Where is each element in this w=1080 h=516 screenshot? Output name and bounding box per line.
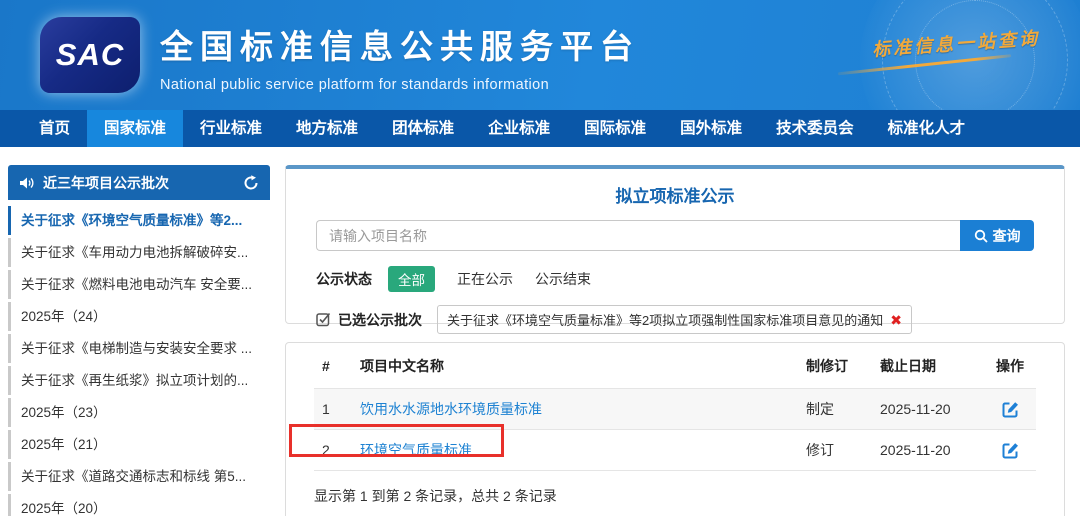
- nav-item-enterprise-standards[interactable]: 企业标准: [471, 110, 567, 147]
- nav-item-industry-standards[interactable]: 行业标准: [183, 110, 279, 147]
- sac-logo: SAC: [40, 17, 140, 93]
- sidebar-items: 关于征求《环境空气质量标准》等2... 关于征求《车用动力电池拆解破碎安... …: [8, 200, 270, 516]
- search-button-label: 查询: [993, 226, 1021, 246]
- results-panel: # 项目中文名称 制修订 截止日期 操作 1 饮用水水源地水环境质量标准 制定 …: [285, 342, 1065, 516]
- status-option-ended[interactable]: 公示结束: [535, 269, 591, 289]
- sidebar-item[interactable]: 关于征求《燃料电池电动汽车 安全要...: [8, 270, 270, 299]
- table-header-row: # 项目中文名称 制修订 截止日期 操作: [314, 343, 1036, 389]
- sac-logo-text: SAC: [56, 37, 124, 73]
- edit-icon[interactable]: [1001, 400, 1020, 419]
- status-filter-row: 公示状态 全部 正在公示 公示结束: [316, 266, 1034, 292]
- nav-item-technical-committees[interactable]: 技术委员会: [759, 110, 871, 147]
- sidebar-item[interactable]: 2025年（24）: [8, 302, 270, 331]
- project-name-link[interactable]: 饮用水水源地水环境质量标准: [360, 401, 542, 417]
- column-header-type: 制修订: [798, 343, 872, 389]
- selected-batch-label: 已选公示批次: [338, 310, 422, 330]
- row-type: 制定: [798, 389, 872, 430]
- sidebar-item[interactable]: 关于征求《再生纸浆》拟立项计划的...: [8, 366, 270, 395]
- search-icon: [974, 229, 988, 243]
- row-type: 修订: [798, 430, 872, 471]
- selected-batch-row: 已选公示批次 关于征求《环境空气质量标准》等2项拟立项强制性国家标准项目意见的通…: [316, 305, 1034, 334]
- table-row: 2 环境空气质量标准 修订 2025-11-20: [314, 430, 1036, 471]
- search-button[interactable]: 查询: [960, 220, 1034, 251]
- edit-icon[interactable]: [1001, 441, 1020, 460]
- nav-item-group-standards[interactable]: 团体标准: [375, 110, 471, 147]
- check-square-icon: [316, 312, 331, 327]
- refresh-icon[interactable]: [243, 175, 259, 191]
- sidebar-item[interactable]: 2025年（23）: [8, 398, 270, 427]
- project-name-link[interactable]: 环境空气质量标准: [360, 442, 472, 458]
- row-deadline: 2025-11-20: [872, 430, 984, 471]
- sidebar-batch-list: 近三年项目公示批次 关于征求《环境空气质量标准》等2... 关于征求《车用动力电…: [8, 165, 270, 516]
- row-index: 2: [314, 430, 352, 471]
- nav-item-foreign-standards[interactable]: 国外标准: [663, 110, 759, 147]
- selected-batch-value: 关于征求《环境空气质量标准》等2项拟立项强制性国家标准项目意见的通知: [447, 310, 883, 329]
- search-panel: 拟立项标准公示 查询 公示状态 全部 正在公示 公示结束: [285, 165, 1065, 324]
- sidebar-item[interactable]: 关于征求《电梯制造与安装安全要求 ...: [8, 334, 270, 363]
- status-filter-label: 公示状态: [316, 269, 372, 289]
- sidebar-header: 近三年项目公示批次: [8, 165, 270, 200]
- page-title: 拟立项标准公示: [316, 182, 1034, 207]
- status-option-all[interactable]: 全部: [388, 266, 435, 292]
- row-deadline: 2025-11-20: [872, 389, 984, 430]
- speaker-icon: [19, 176, 35, 190]
- nav-item-international-standards[interactable]: 国际标准: [567, 110, 663, 147]
- search-input[interactable]: [316, 220, 960, 251]
- column-header-operation: 操作: [984, 343, 1036, 389]
- search-group: 查询: [316, 220, 1034, 251]
- results-table: # 项目中文名称 制修订 截止日期 操作 1 饮用水水源地水环境质量标准 制定 …: [314, 343, 1036, 471]
- header-titles: 全国标准信息公共服务平台 National public service pla…: [160, 20, 640, 93]
- sidebar-title: 近三年项目公示批次: [43, 173, 169, 193]
- main-content: 拟立项标准公示 查询 公示状态 全部 正在公示 公示结束: [285, 165, 1065, 516]
- nav-item-national-standards[interactable]: 国家标准: [87, 110, 183, 147]
- site-subtitle: National public service platform for sta…: [160, 77, 640, 93]
- sidebar-item[interactable]: 2025年（21）: [8, 430, 270, 459]
- sidebar-item[interactable]: 2025年（20）: [8, 494, 270, 516]
- row-index: 1: [314, 389, 352, 430]
- site-header: SAC 全国标准信息公共服务平台 National public service…: [0, 0, 1080, 110]
- nav-item-standardization-talent[interactable]: 标准化人才: [871, 110, 983, 147]
- site-title: 全国标准信息公共服务平台: [160, 20, 640, 68]
- record-count-summary: 显示第 1 到第 2 条记录，总共 2 条记录: [314, 471, 1036, 516]
- page: SAC 全国标准信息公共服务平台 National public service…: [0, 0, 1080, 516]
- status-option-ongoing[interactable]: 正在公示: [457, 269, 513, 289]
- sidebar-item[interactable]: 关于征求《道路交通标志和标线 第5...: [8, 462, 270, 491]
- remove-batch-icon[interactable]: ✖: [890, 313, 902, 327]
- table-row: 1 饮用水水源地水环境质量标准 制定 2025-11-20: [314, 389, 1036, 430]
- nav-item-local-standards[interactable]: 地方标准: [279, 110, 375, 147]
- column-header-deadline: 截止日期: [872, 343, 984, 389]
- sidebar-item[interactable]: 关于征求《环境空气质量标准》等2...: [8, 206, 270, 235]
- column-header-name: 项目中文名称: [352, 343, 798, 389]
- main-nav: 首页 国家标准 行业标准 地方标准 团体标准 企业标准 国际标准 国外标准 技术…: [0, 110, 1080, 147]
- column-header-index: #: [314, 343, 352, 389]
- nav-item-home[interactable]: 首页: [22, 110, 87, 147]
- selected-batch-chip: 关于征求《环境空气质量标准》等2项拟立项强制性国家标准项目意见的通知 ✖: [437, 305, 912, 334]
- sidebar-item[interactable]: 关于征求《车用动力电池拆解破碎安...: [8, 238, 270, 267]
